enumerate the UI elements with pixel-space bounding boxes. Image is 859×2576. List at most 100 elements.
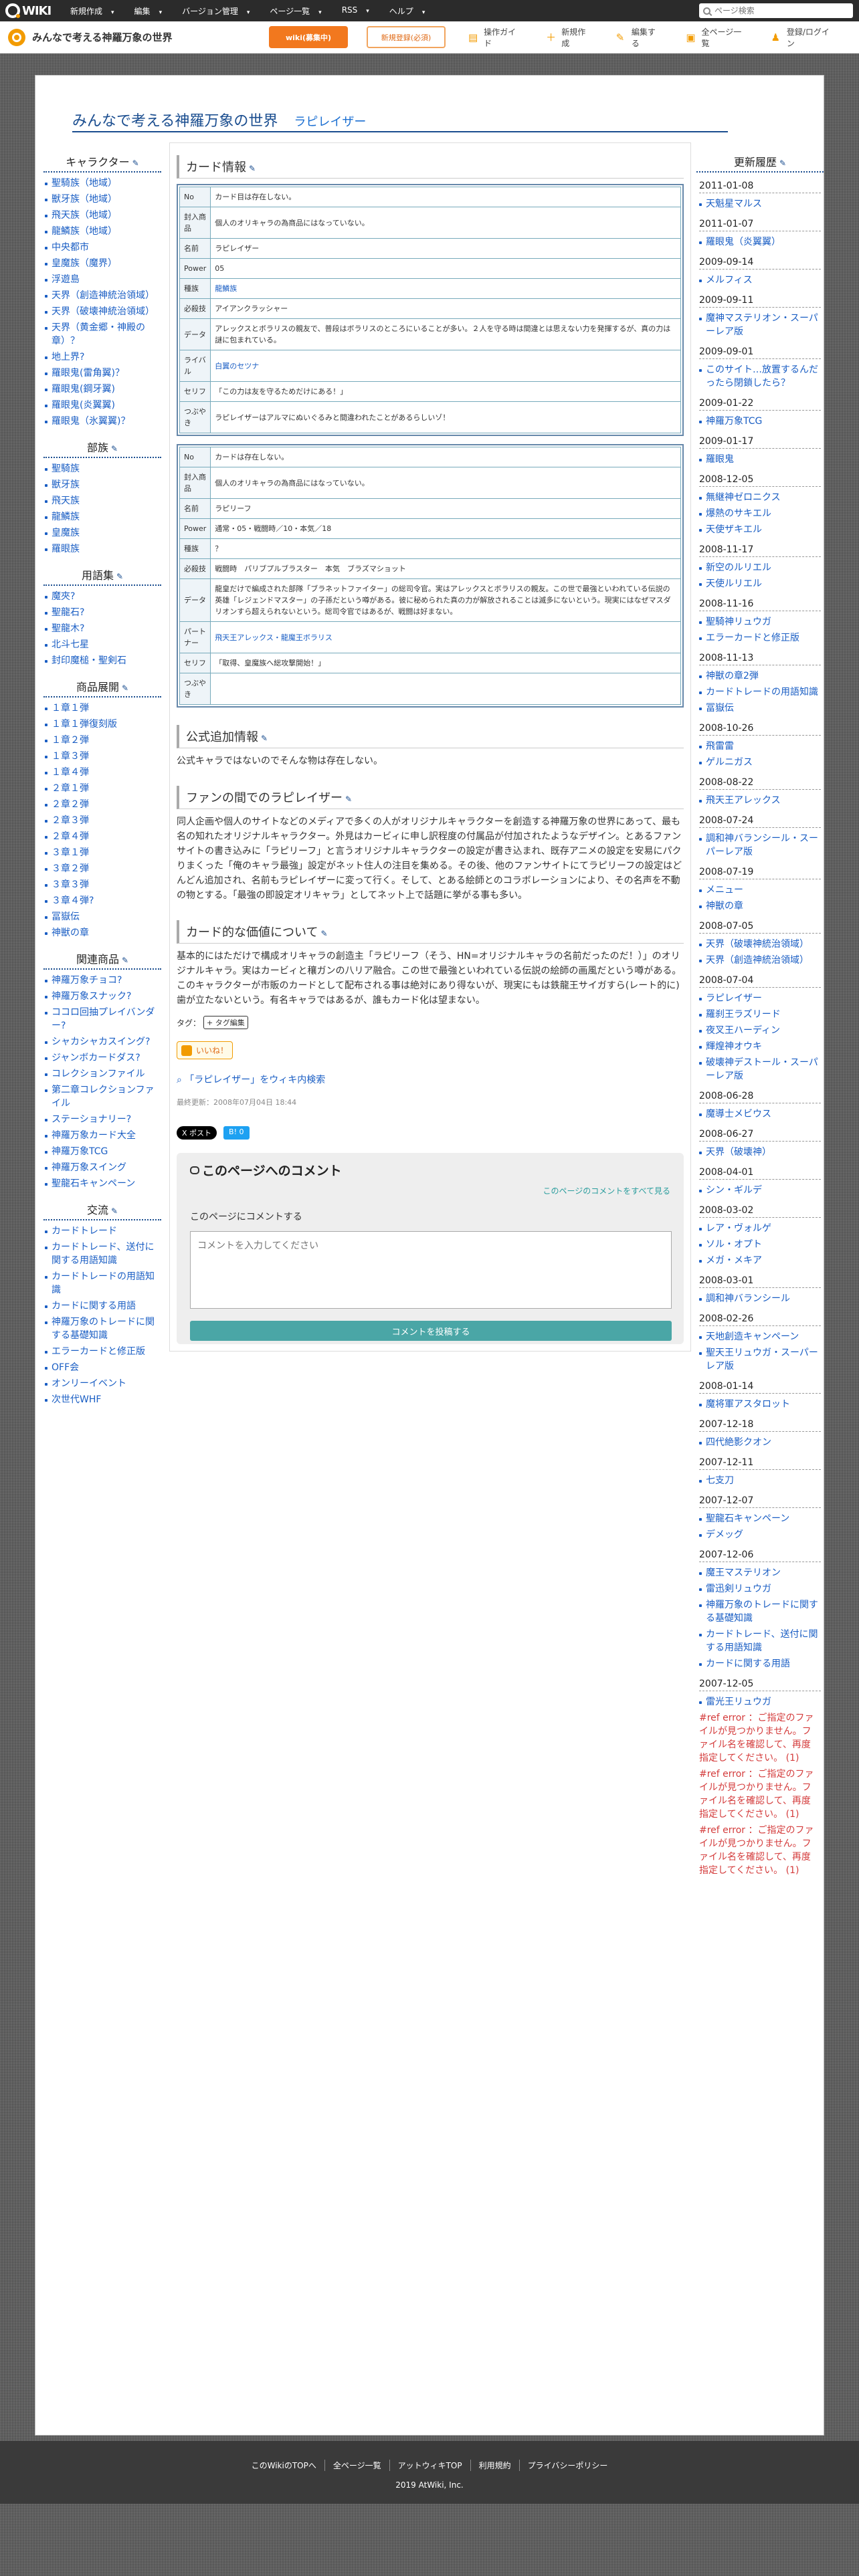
menu-link[interactable]: １章１弾復刻版 — [43, 718, 161, 731]
history-link[interactable]: 調和神バランシール — [696, 1292, 824, 1305]
menu-link[interactable]: 龍鱗族 — [43, 510, 161, 524]
tool-guide[interactable]: ▤ 操作ガイド — [468, 26, 522, 49]
page-name-link[interactable]: ラピレイザー — [294, 112, 366, 130]
history-link[interactable]: 天界（破壊神統治領域） — [696, 938, 824, 951]
menu-link[interactable]: 羅眼鬼（氷翼翼)？ — [43, 415, 161, 428]
footer-link[interactable]: アットウィキTOP — [390, 2460, 471, 2471]
history-link[interactable]: ラピレイザー — [696, 992, 824, 1005]
menu-link[interactable]: ２章４弾 — [43, 830, 161, 843]
history-link[interactable]: 飛天王アレックス — [696, 794, 824, 807]
wiki-title-link[interactable]: みんなで考える神羅万象の世界 — [72, 109, 278, 130]
menu-link[interactable]: 龍鱗族（地域） — [43, 225, 161, 238]
menu-link[interactable]: コレクションファイル — [43, 1067, 161, 1081]
history-link[interactable]: このサイト…放置するんだったら閉鎖したら？ — [696, 363, 824, 390]
hatena-bookmark-button[interactable]: B! 0 — [223, 1126, 250, 1140]
site-logo-icon[interactable] — [8, 28, 25, 46]
menu-link[interactable]: 聖龍木? — [43, 622, 161, 635]
x-post-button[interactable]: X ポスト — [177, 1126, 217, 1140]
edit-pencil-icon[interactable]: ✎ — [132, 158, 139, 168]
menu-link[interactable]: 神羅万象カード大全 — [43, 1129, 161, 1142]
tool-login[interactable]: ♟ 登録/ログイン — [771, 26, 835, 49]
menu-link[interactable]: シャカシャカスイング? — [43, 1035, 161, 1049]
edit-pencil-icon[interactable]: ✎ — [261, 734, 268, 743]
menu-link[interactable]: 聖龍石キャンペーン — [43, 1177, 161, 1190]
edit-pencil-icon[interactable]: ✎ — [345, 794, 352, 804]
menu-link[interactable]: 皇魔族 — [43, 526, 161, 540]
menu-link[interactable]: 北斗七星 — [43, 638, 161, 651]
history-link[interactable]: エラーカードと修正版 — [696, 631, 824, 645]
history-link[interactable]: 羅刹王ラズリード — [696, 1008, 824, 1021]
menu-link[interactable]: 魔夾? — [43, 590, 161, 603]
menu-link[interactable]: ３章４弾? — [43, 894, 161, 907]
menu-link[interactable]: ２章３弾 — [43, 814, 161, 827]
tool-new[interactable]: ＋ 新規作成 — [546, 26, 592, 49]
menu-link[interactable]: カードトレード — [43, 1224, 161, 1238]
like-button[interactable]: いいね！ — [177, 1041, 233, 1059]
menu-link[interactable]: 封印魔槌・聖剣石 — [43, 654, 161, 667]
menu-link[interactable]: １章３弾 — [43, 750, 161, 763]
menu-link[interactable]: １章１弾 — [43, 702, 161, 715]
history-link[interactable]: 天使ザキエル — [696, 523, 824, 536]
history-link[interactable]: シン・ギルデ — [696, 1184, 824, 1197]
history-link[interactable]: 神羅万象TCG — [696, 415, 824, 428]
footer-link[interactable]: このWikiのTOPへ — [244, 2460, 325, 2471]
menu-version[interactable]: バージョン管理 ▾ — [175, 5, 263, 17]
history-link[interactable]: 新空のルリエル — [696, 561, 824, 574]
history-link[interactable]: ゲルニガス — [696, 756, 824, 769]
menu-rss[interactable]: RSS ▾ — [335, 5, 383, 17]
menu-link[interactable]: カードに関する用語 — [43, 1299, 161, 1313]
history-link[interactable]: 羅眼鬼（炎翼翼） — [696, 235, 824, 249]
menu-link[interactable]: 獣牙族（地域） — [43, 193, 161, 206]
menu-link[interactable]: 羅眼鬼(鋼牙翼) — [43, 383, 161, 396]
history-link[interactable]: 神獣の章 — [696, 899, 824, 913]
menu-link[interactable]: オンリーイベント — [43, 1377, 161, 1390]
tag-edit-button[interactable]: + タグ編集 — [203, 1016, 248, 1029]
menu-link[interactable]: 皇魔族（魔界） — [43, 257, 161, 270]
menu-link[interactable]: 羅眼族 — [43, 542, 161, 556]
edit-pencil-icon[interactable]: ✎ — [320, 929, 327, 938]
comment-input[interactable] — [190, 1231, 672, 1309]
menu-link[interactable]: 神羅万象スイング — [43, 1161, 161, 1174]
menu-link[interactable]: 聖騎族（地域） — [43, 177, 161, 190]
history-link[interactable]: メニュー — [696, 883, 824, 897]
menu-link[interactable]: ２章１弾 — [43, 782, 161, 795]
card-field-link[interactable]: 飛天王アレックス・龍魔王ボラリス — [215, 633, 332, 642]
history-link[interactable]: メルフィス — [696, 274, 824, 287]
menu-link[interactable]: 飛天族 — [43, 494, 161, 508]
menu-link[interactable]: ３章３弾 — [43, 878, 161, 891]
menu-link[interactable]: 神獣の章 — [43, 926, 161, 940]
edit-pencil-icon[interactable]: ✎ — [111, 1206, 118, 1216]
history-link[interactable]: 天使ルリエル — [696, 577, 824, 591]
history-link[interactable]: 七支刀 — [696, 1474, 824, 1487]
menu-link[interactable]: カードトレード、送付に関する用語知識 — [43, 1241, 161, 1267]
menu-link[interactable]: 神羅万象チョコ? — [43, 974, 161, 987]
menu-link[interactable]: ２章２弾 — [43, 798, 161, 811]
card-field-link[interactable]: 白翼のセツナ — [215, 362, 259, 370]
wiki-recruit-button[interactable]: wiki(募集中) — [269, 26, 348, 48]
view-all-comments-link[interactable]: このページのコメントをすべて見る — [543, 1185, 670, 1196]
menu-edit[interactable]: 編集 ▾ — [128, 5, 176, 17]
page-search-input[interactable] — [714, 6, 848, 15]
edit-pencil-icon[interactable]: ✎ — [116, 572, 123, 581]
menu-link[interactable]: 聖龍石? — [43, 606, 161, 619]
menu-link[interactable]: 地上界? — [43, 350, 161, 364]
history-link[interactable]: 爆熱のサキエル — [696, 507, 824, 520]
history-link[interactable]: 天界（創造神統治領域） — [696, 954, 824, 967]
menu-link[interactable]: ココロ回抽プレイバンダー? — [43, 1006, 161, 1033]
edit-pencil-icon[interactable]: ✎ — [122, 683, 128, 693]
history-link[interactable]: 魔将軍アスタロット — [696, 1398, 824, 1411]
register-button[interactable]: 新規登録(必須) — [367, 26, 446, 48]
post-comment-button[interactable]: コメントを投稿する — [190, 1321, 672, 1341]
history-link[interactable]: 飛雷雷 — [696, 740, 824, 753]
history-link[interactable]: 天地創造キャンペーン — [696, 1330, 824, 1344]
atwiki-logo[interactable]: WIKI — [0, 0, 64, 21]
menu-link[interactable]: 神羅万象TCG — [43, 1145, 161, 1158]
footer-link[interactable]: 全ページ一覧 — [325, 2460, 390, 2471]
history-link[interactable]: ソル・オプト — [696, 1238, 824, 1251]
footer-link[interactable]: プライバシーポリシー — [520, 2460, 616, 2471]
menu-pagelist[interactable]: ページ一覧 ▾ — [263, 5, 335, 17]
history-link[interactable]: デメッグ — [696, 1528, 824, 1541]
menu-link[interactable]: 神羅万象のトレードに関する基礎知識 — [43, 1315, 161, 1342]
menu-link[interactable]: 冨嶽伝 — [43, 910, 161, 924]
menu-link[interactable]: １章２弾 — [43, 734, 161, 747]
